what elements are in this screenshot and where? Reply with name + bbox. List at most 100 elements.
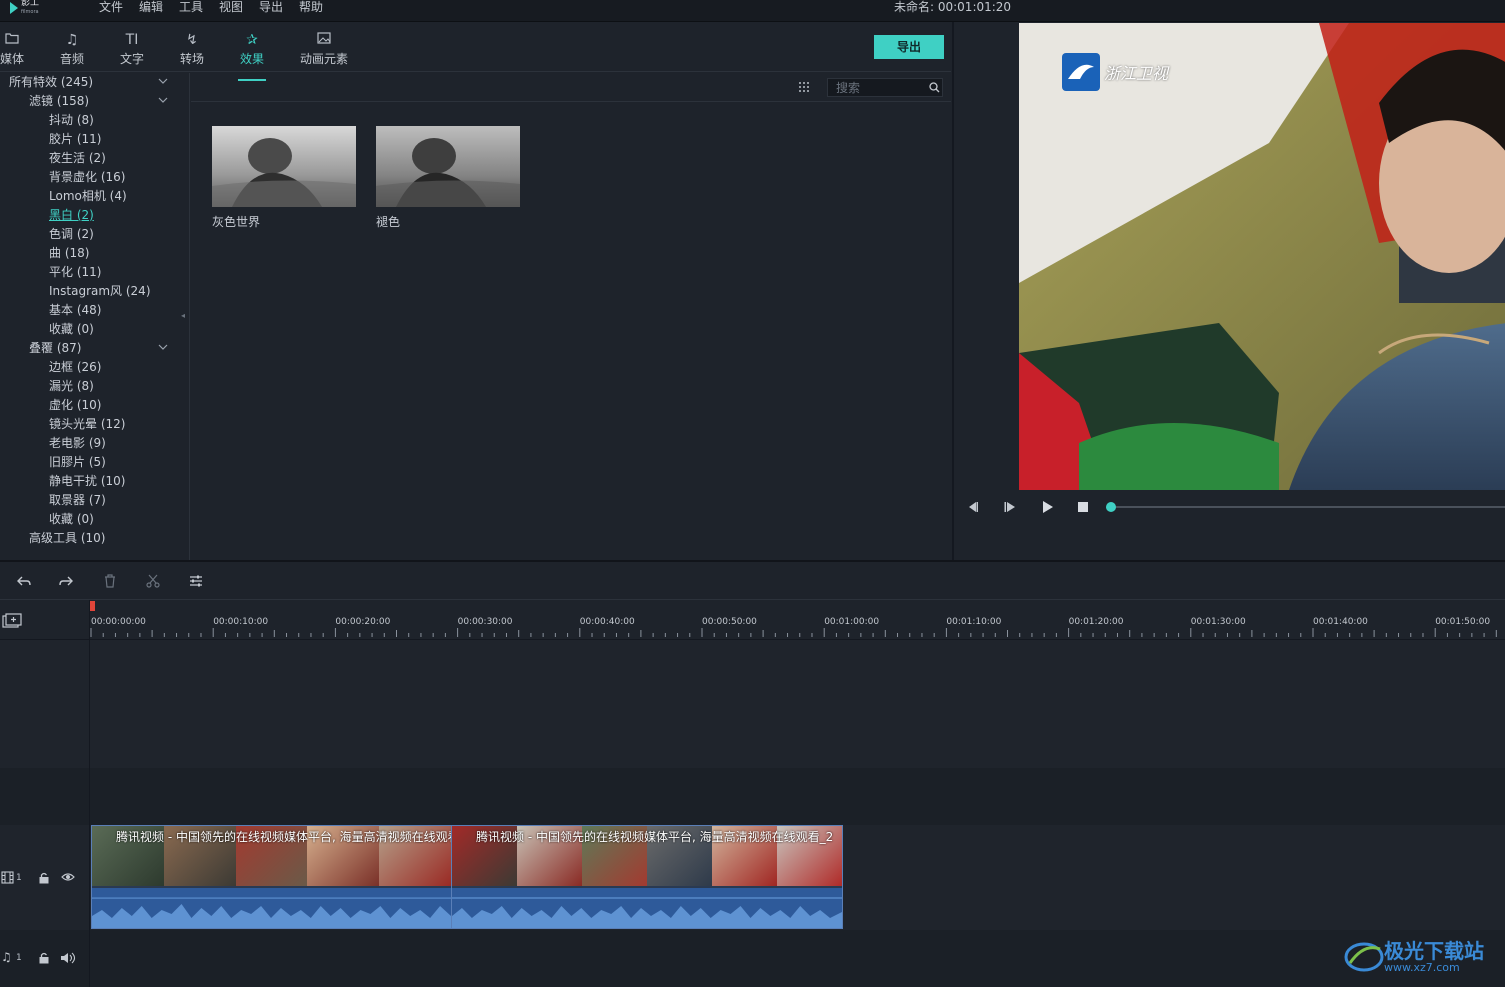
tab-audio[interactable]: ♫ 音频 <box>47 30 97 67</box>
menu-export[interactable]: 导出 <box>259 0 283 14</box>
logo-mark-icon <box>10 2 18 14</box>
chevron-down-icon[interactable] <box>158 76 168 86</box>
sidebar-item[interactable]: 色调 (2) <box>0 225 190 244</box>
logo-subtext: filmora <box>21 9 39 15</box>
ruler-tick-label: 00:01:40:00 <box>1313 617 1368 627</box>
effects-category-tree: 所有特效 (245) 滤镜 (158) 抖动 (8) 胶片 (11) 夜生活 (2) 背景… <box>0 73 190 560</box>
next-frame-icon[interactable] <box>1003 500 1017 514</box>
sidebar-item[interactable]: 抖动 (8) <box>0 111 190 130</box>
sidebar-item[interactable]: 黑白 (2) <box>0 206 190 225</box>
sidebar-item-label: 滤镜 (158) <box>29 94 90 108</box>
preview-scrubber-handle[interactable] <box>1106 502 1116 512</box>
sidebar-item[interactable]: 镜头光晕 (12) <box>0 415 190 434</box>
sidebar-item[interactable]: 旧膠片 (5) <box>0 453 190 472</box>
lock-icon[interactable] <box>38 871 50 884</box>
lock-icon[interactable] <box>38 951 50 964</box>
image-icon <box>296 30 352 50</box>
sidebar-item-label: 边框 (26) <box>49 360 102 374</box>
tab-effects-label: 效果 <box>239 52 264 66</box>
eye-icon[interactable] <box>61 872 75 882</box>
ruler-tick-label: 00:01:30:00 <box>1191 617 1246 627</box>
effects-icon: ✰ <box>246 32 258 48</box>
chevron-down-icon[interactable] <box>158 95 168 105</box>
sidebar-item[interactable]: 边框 (26) <box>0 358 190 377</box>
menu-file[interactable]: 文件 <box>99 0 123 14</box>
video-track-header: 1 <box>0 825 90 930</box>
export-button[interactable]: 导出 <box>874 35 944 59</box>
preview-video-frame <box>1019 23 1505 490</box>
sidebar-item[interactable]: Instagram风 (24) <box>0 282 190 301</box>
delete-icon[interactable] <box>102 573 118 589</box>
video-clip[interactable]: 腾讯视频 - 中国领先的在线视频媒体平台, 海量高清视频在线观看 <box>91 825 452 929</box>
sidebar-item[interactable]: 叠覆 (87) <box>0 339 190 358</box>
sidebar-item-label: 胶片 (11) <box>49 132 102 146</box>
undo-icon[interactable] <box>16 573 32 589</box>
effects-search-input[interactable] <box>827 78 943 97</box>
effect-label: 灰色世界 <box>212 215 261 229</box>
sidebar-item[interactable]: 曲 (18) <box>0 244 190 263</box>
sidebar-item[interactable]: 基本 (48) <box>0 301 190 320</box>
effect-card-faded[interactable]: 褪色 <box>376 126 520 230</box>
transition-icon: ↯ <box>186 32 198 48</box>
watermark-title: 极光下载站 <box>1384 939 1484 963</box>
sidebar-item[interactable]: 收藏 (0) <box>0 320 190 339</box>
clip-title: 腾讯视频 - 中国领先的在线视频媒体平台, 海量高清视频在线观看_2 <box>476 830 834 844</box>
menu-help[interactable]: 帮助 <box>299 0 323 14</box>
tab-effects[interactable]: ✰ 效果 <box>227 30 277 81</box>
cut-icon[interactable] <box>145 573 161 589</box>
preview-scrubber-track[interactable] <box>1110 506 1505 508</box>
effect-card-gray-world[interactable]: 灰色世界 <box>212 126 356 230</box>
sidebar-item[interactable]: 取景器 (7) <box>0 491 190 510</box>
chevron-down-icon[interactable] <box>158 342 168 352</box>
tab-transition-label: 转场 <box>179 52 204 66</box>
watermark-logo-icon <box>1344 942 1384 972</box>
tab-elements[interactable]: 动画元素 <box>296 30 352 67</box>
play-icon[interactable] <box>1041 500 1055 514</box>
sidebar-item[interactable]: 所有特效 (245) <box>0 73 190 92</box>
sidebar-item[interactable]: 老电影 (9) <box>0 434 190 453</box>
watermark: 极光下载站 www.xz7.com <box>1344 933 1499 981</box>
menu-tools[interactable]: 工具 <box>179 0 203 14</box>
tab-text[interactable]: TI 文字 <box>107 30 157 67</box>
sidebar-item[interactable]: 胶片 (11) <box>0 130 190 149</box>
video-clip[interactable]: 腾讯视频 - 中国领先的在线视频媒体平台, 海量高清视频在线观看_2 <box>451 825 843 929</box>
sidebar-item-label: 基本 (48) <box>49 303 102 317</box>
sidebar-item[interactable]: Lomo相机 (4) <box>0 187 190 206</box>
sidebar-item[interactable]: 虚化 (10) <box>0 396 190 415</box>
tab-media[interactable]: 媒体 <box>0 30 37 67</box>
search-icon[interactable] <box>929 82 940 93</box>
menu-edit[interactable]: 编辑 <box>139 0 163 14</box>
speaker-icon[interactable] <box>60 952 76 964</box>
tab-media-label: 媒体 <box>0 52 24 66</box>
music-note-icon: ♫ <box>65 32 79 48</box>
effect-label: 褪色 <box>376 215 401 229</box>
sidebar-item[interactable]: 滤镜 (158) <box>0 92 190 111</box>
ruler-tick-label: 00:01:10:00 <box>946 617 1001 627</box>
sidebar-item[interactable]: 静电干扰 (10) <box>0 472 190 491</box>
sidebar-item[interactable]: 漏光 (8) <box>0 377 190 396</box>
timeline-ruler[interactable]: 00:00:00:00 00:00:10:00 00:00:20:00 00:00:3… <box>0 600 1505 640</box>
prev-frame-icon[interactable] <box>965 500 979 514</box>
menu-view[interactable]: 视图 <box>219 0 243 14</box>
tab-transition[interactable]: ↯ 转场 <box>167 30 217 67</box>
sidebar-item-label: 色调 (2) <box>49 227 94 241</box>
timeline-playhead[interactable] <box>90 601 95 611</box>
sidebar-item-label: Instagram风 (24) <box>49 284 151 298</box>
preview-panel <box>952 22 1505 560</box>
collapse-sidebar-icon[interactable]: ◂ <box>181 311 185 320</box>
sidebar-item[interactable]: 平化 (11) <box>0 263 190 282</box>
ruler-tick-label: 00:00:10:00 <box>213 617 268 627</box>
library-tab-bar: 媒体 ♫ 音频 TI 文字 ↯ 转场 ✰ 效果 动画元素 <box>0 22 951 81</box>
redo-icon[interactable] <box>58 573 74 589</box>
sidebar-item[interactable]: 高级工具 (10) <box>0 529 190 548</box>
ruler-tick-label: 00:00:20:00 <box>335 617 390 627</box>
sidebar-item-label: 老电影 (9) <box>49 436 106 450</box>
channel-logo-text: 浙江卫视 <box>1104 64 1169 83</box>
sidebar-item[interactable]: 夜生活 (2) <box>0 149 190 168</box>
grid-view-icon[interactable] <box>798 81 810 93</box>
clip-title: 腾讯视频 - 中国领先的在线视频媒体平台, 海量高清视频在线观看 <box>116 830 452 844</box>
stop-icon[interactable] <box>1076 500 1090 514</box>
sidebar-item[interactable]: 收藏 (0) <box>0 510 190 529</box>
sidebar-item[interactable]: 背景虚化 (16) <box>0 168 190 187</box>
adjust-icon[interactable] <box>188 573 204 589</box>
